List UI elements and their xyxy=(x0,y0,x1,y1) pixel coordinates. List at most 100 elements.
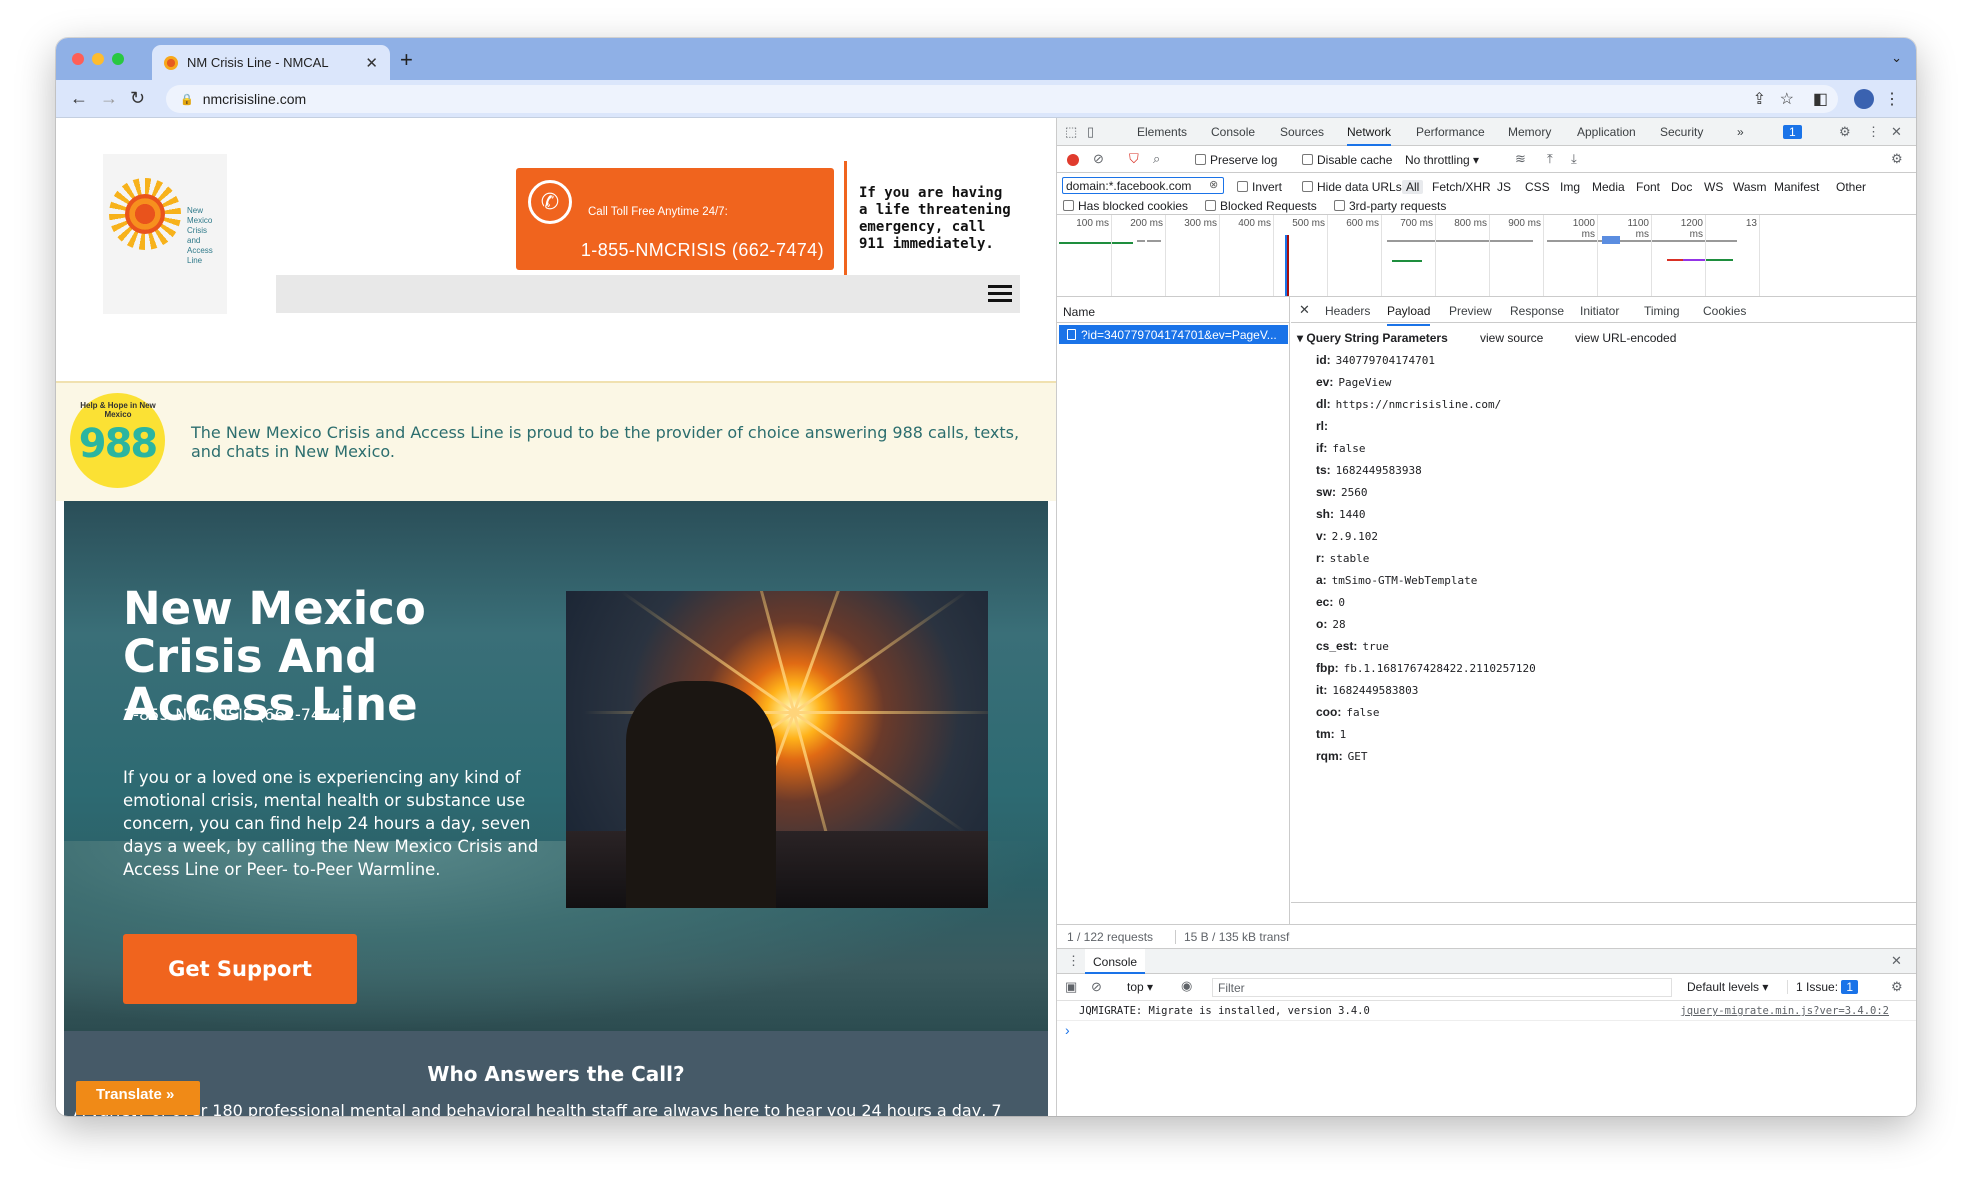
close-drawer-icon[interactable]: ✕ xyxy=(1891,953,1902,969)
clear-icon[interactable]: ⊘ xyxy=(1093,151,1104,167)
blocked-requests-checkbox[interactable]: Blocked Requests xyxy=(1205,199,1317,213)
record-icon[interactable] xyxy=(1067,154,1079,166)
type-doc[interactable]: Doc xyxy=(1671,180,1692,194)
export-har-icon[interactable]: ⤓ xyxy=(1571,151,1577,167)
issues-badge[interactable]: 1 xyxy=(1783,125,1802,139)
tab-console[interactable]: Console xyxy=(1211,125,1255,139)
browser-menu-icon[interactable]: ⋮ xyxy=(1884,89,1900,109)
console-source-link[interactable]: jquery-migrate.min.js?ver=3.4.0:2 xyxy=(1680,1005,1889,1017)
reload-icon[interactable]: ↻ xyxy=(130,88,145,109)
transfer-size: 15 B / 135 kB transfe xyxy=(1175,930,1290,944)
tab-sources[interactable]: Sources xyxy=(1280,125,1324,139)
translate-button[interactable]: Translate » xyxy=(76,1081,200,1115)
console-prompt[interactable]: › xyxy=(1065,1022,1070,1038)
console-settings-icon[interactable]: ⚙ xyxy=(1891,979,1903,995)
type-wasm[interactable]: Wasm xyxy=(1733,180,1767,194)
hamburger-menu-icon[interactable] xyxy=(988,285,1012,303)
console-message: JQMIGRATE: Migrate is installed, version… xyxy=(1057,1001,1916,1021)
default-levels-select[interactable]: Default levels ▾ xyxy=(1687,980,1768,994)
tab-preview[interactable]: Preview xyxy=(1449,304,1492,318)
badge-tagline: Help & Hope in New Mexico xyxy=(80,401,156,419)
filter-icon[interactable]: ⛉ xyxy=(1129,151,1139,167)
tab-network[interactable]: Network xyxy=(1347,125,1392,146)
close-tab-icon[interactable]: ✕ xyxy=(365,54,378,72)
type-font[interactable]: Font xyxy=(1636,180,1660,194)
back-icon[interactable]: ← xyxy=(70,88,88,109)
console-sidebar-icon[interactable]: ▣ xyxy=(1065,979,1077,995)
hide-data-urls-checkbox[interactable]: Hide data URLs xyxy=(1302,180,1402,194)
settings-gear-icon[interactable]: ⚙ xyxy=(1839,124,1851,140)
address-bar[interactable]: 🔒 nmcrisisline.com xyxy=(166,85,1838,113)
view-source-link[interactable]: view source xyxy=(1480,331,1543,345)
network-conditions-icon[interactable]: ≋ xyxy=(1515,151,1526,167)
more-tabs-icon[interactable]: » xyxy=(1737,125,1744,139)
type-manifest[interactable]: Manifest xyxy=(1774,180,1819,194)
close-devtools-icon[interactable]: ✕ xyxy=(1891,124,1902,140)
tab-payload[interactable]: Payload xyxy=(1387,304,1431,326)
profile-avatar[interactable] xyxy=(1854,89,1874,109)
browser-tab[interactable]: NM Crisis Line - NMCAL ✕ xyxy=(152,45,390,80)
network-filter-input[interactable]: domain:*.facebook.com xyxy=(1062,177,1224,194)
device-toolbar-icon[interactable]: ▯ xyxy=(1087,124,1094,140)
type-css[interactable]: CSS xyxy=(1525,180,1550,194)
tab-headers[interactable]: Headers xyxy=(1325,304,1370,318)
live-expression-eye-icon[interactable]: ◉ xyxy=(1181,978,1192,994)
tab-timing[interactable]: Timing xyxy=(1644,304,1680,318)
import-har-icon[interactable]: ⤒ xyxy=(1547,151,1553,167)
close-detail-icon[interactable]: ✕ xyxy=(1299,302,1310,318)
type-all[interactable]: All xyxy=(1402,180,1424,194)
search-icon[interactable]: ⌕ xyxy=(1153,151,1160,167)
type-ws[interactable]: WS xyxy=(1704,180,1723,194)
bookmark-star-icon[interactable]: ☆ xyxy=(1780,89,1794,109)
type-img[interactable]: Img xyxy=(1560,180,1580,194)
tab-security[interactable]: Security xyxy=(1660,125,1703,139)
call-toll-free-box[interactable]: ✆ Call Toll Free Anytime 24/7: 1-855-NMC… xyxy=(516,168,834,270)
tab-application[interactable]: Application xyxy=(1577,125,1636,139)
tab-cookies[interactable]: Cookies xyxy=(1703,304,1746,318)
request-row[interactable]: ?id=340779704174701&ev=PageV... xyxy=(1059,325,1288,344)
type-js[interactable]: JS xyxy=(1497,180,1511,194)
issues-counter[interactable]: 1 Issue: 1 xyxy=(1787,980,1859,994)
type-fetch-xhr[interactable]: Fetch/XHR xyxy=(1432,180,1491,194)
clear-console-icon[interactable]: ⊘ xyxy=(1091,979,1102,995)
tab-elements[interactable]: Elements xyxy=(1137,125,1187,139)
share-icon[interactable]: ⇪ xyxy=(1753,89,1766,109)
timeline-gridline xyxy=(1111,215,1112,296)
new-tab-button[interactable]: + xyxy=(400,47,413,73)
close-window-button[interactable] xyxy=(72,53,84,65)
param-key: dl: xyxy=(1316,397,1331,411)
devtools-menu-icon[interactable]: ⋮ xyxy=(1867,124,1880,140)
disable-cache-checkbox[interactable]: Disable cache xyxy=(1302,153,1392,167)
inspect-element-icon[interactable]: ⬚ xyxy=(1065,124,1077,140)
tab-initiator[interactable]: Initiator xyxy=(1580,304,1619,318)
minimize-window-button[interactable] xyxy=(92,53,104,65)
name-header[interactable]: Name xyxy=(1057,297,1290,323)
side-panel-icon[interactable]: ◧ xyxy=(1813,89,1828,109)
invert-checkbox[interactable]: Invert xyxy=(1237,180,1282,194)
network-timeline-overview[interactable]: 100 ms 200 ms 300 ms 400 ms 500 ms 600 ms 700 … xyxy=(1057,215,1916,297)
network-settings-icon[interactable]: ⚙ xyxy=(1891,151,1903,167)
query-string-parameters-toggle[interactable]: ▾ Query String Parameters xyxy=(1297,331,1448,345)
console-filter-input[interactable]: Filter xyxy=(1212,978,1672,997)
param-value: false xyxy=(1332,442,1366,455)
third-party-requests-checkbox[interactable]: 3rd-party requests xyxy=(1334,199,1446,213)
drawer-menu-icon[interactable]: ⋮ xyxy=(1067,953,1080,969)
context-select[interactable]: top ▾ xyxy=(1127,980,1153,994)
zoom-window-button[interactable] xyxy=(112,53,124,65)
988-banner: Help & Hope in New Mexico 988 The New Me… xyxy=(56,383,1056,501)
tab-performance[interactable]: Performance xyxy=(1416,125,1485,139)
clear-filter-icon[interactable]: ⊗ xyxy=(1209,178,1218,191)
type-media[interactable]: Media xyxy=(1592,180,1625,194)
view-url-encoded-link[interactable]: view URL-encoded xyxy=(1575,331,1676,345)
drawer-tab-console[interactable]: Console xyxy=(1085,949,1146,974)
tab-search-icon[interactable]: ⌄ xyxy=(1891,50,1902,66)
tab-memory[interactable]: Memory xyxy=(1508,125,1551,139)
has-blocked-cookies-checkbox[interactable]: Has blocked cookies xyxy=(1063,199,1188,213)
type-other[interactable]: Other xyxy=(1836,180,1866,194)
get-support-button[interactable]: Get Support xyxy=(123,934,357,1004)
site-logo[interactable]: New Mexico Crisis and Access Line xyxy=(103,154,227,314)
tab-response[interactable]: Response xyxy=(1510,304,1564,318)
throttling-select[interactable]: No throttling ▾ xyxy=(1405,153,1479,167)
preserve-log-checkbox[interactable]: Preserve log xyxy=(1195,153,1277,167)
forward-icon[interactable]: → xyxy=(100,88,118,109)
